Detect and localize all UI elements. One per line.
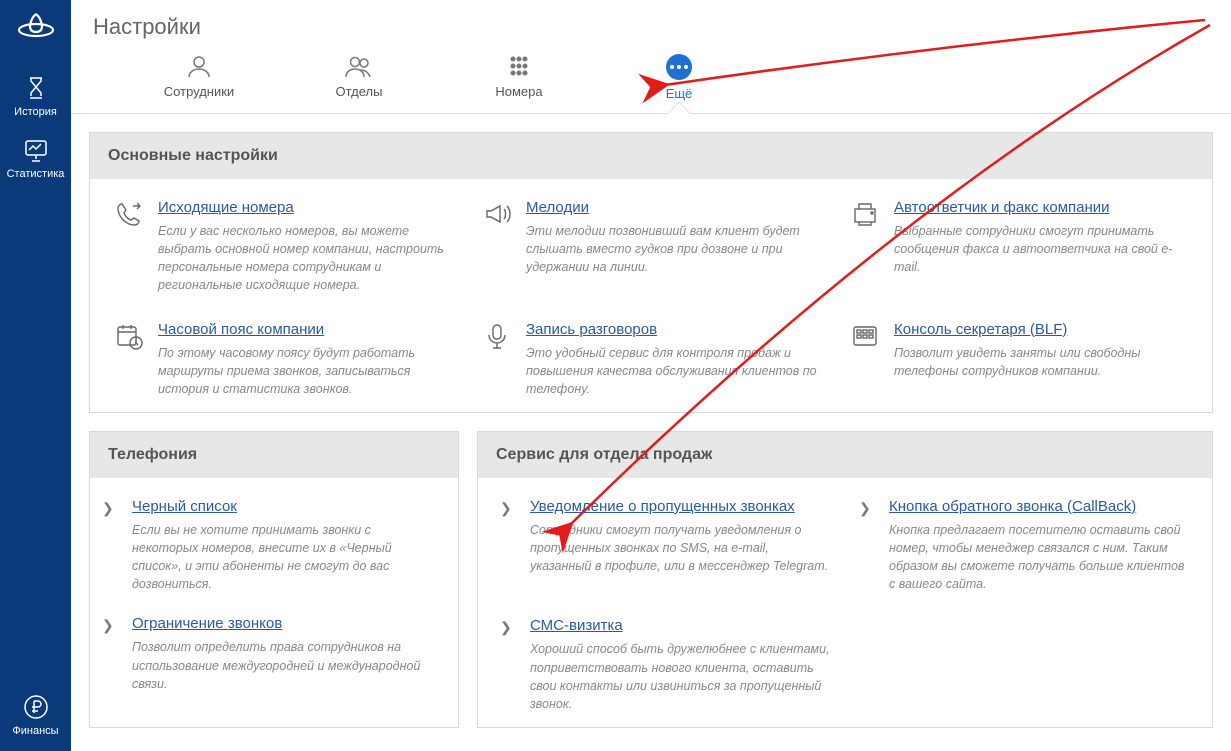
setting-item-melodies: Мелодии Эти мелодии позвонивший вам клие… <box>482 199 820 295</box>
sidebar-item-label: Статистика <box>7 168 65 180</box>
microphone-icon <box>482 321 512 351</box>
sidebar-item-label: История <box>14 106 57 118</box>
setting-link[interactable]: Уведомление о пропущенных звонках <box>530 498 795 515</box>
page-title: Настройки <box>71 0 1231 54</box>
sidebar-item-history[interactable]: История <box>0 64 71 126</box>
app-logo <box>16 8 56 46</box>
setting-desc: Если у вас несколько номеров, вы можете … <box>158 222 452 295</box>
setting-link[interactable]: Исходящие номера <box>158 199 294 216</box>
main-area: Настройки Сотрудники Отделы Номера <box>71 0 1231 751</box>
ruble-icon <box>22 693 50 721</box>
setting-item-call-restrict: ❯ Ограничение звонков Позволит определит… <box>102 615 440 692</box>
setting-link[interactable]: Мелодии <box>526 199 589 216</box>
panel-main-settings: Основные настройки Исходящие номера Если… <box>89 132 1213 413</box>
setting-item-outgoing-numbers: Исходящие номера Если у вас несколько но… <box>114 199 452 295</box>
more-icon <box>666 54 692 80</box>
setting-item-missed-notify: ❯ Уведомление о пропущенных звонках Сотр… <box>500 498 831 594</box>
chevron-right-icon: ❯ <box>102 615 118 635</box>
setting-item-blacklist: ❯ Черный список Если вы не хотите приним… <box>102 498 440 594</box>
setting-desc: Кнопка предлагает посетителю оставить св… <box>889 521 1190 594</box>
setting-item-timezone: Часовой пояс компании По этому часовому … <box>114 321 452 398</box>
setting-item-blf: Консоль секретаря (BLF) Позволит увидеть… <box>850 321 1188 398</box>
tab-numbers[interactable]: Номера <box>439 54 599 113</box>
setting-item-sms-card: ❯ СМС-визитка Хороший способ быть дружел… <box>500 617 831 713</box>
setting-link[interactable]: Запись разговоров <box>526 321 657 338</box>
setting-item-fax: Автоответчик и факс компании Выбранные с… <box>850 199 1188 295</box>
panel-header: Телефония <box>90 432 458 478</box>
setting-item-callback: ❯ Кнопка обратного звонка (CallBack) Кно… <box>859 498 1190 594</box>
setting-link[interactable]: Черный список <box>132 498 237 515</box>
sidebar-item-label: Финансы <box>12 725 58 737</box>
tab-label: Ещё <box>666 86 693 101</box>
setting-desc: Эти мелодии позвонивший вам клиент будет… <box>526 222 820 276</box>
content-area: Основные настройки Исходящие номера Если… <box>71 114 1231 751</box>
panel-sales-service: Сервис для отдела продаж ❯ Уведомление о… <box>477 431 1213 728</box>
phone-out-icon <box>114 199 144 229</box>
sidebar: История Статистика Финансы <box>0 0 71 751</box>
people-icon <box>344 54 374 78</box>
setting-link[interactable]: Кнопка обратного звонка (CallBack) <box>889 498 1136 515</box>
tab-label: Отделы <box>336 84 383 99</box>
setting-desc: Выбранные сотрудники смогут принимать со… <box>894 222 1188 276</box>
setting-link[interactable]: СМС-визитка <box>530 617 623 634</box>
fax-icon <box>850 199 880 229</box>
setting-desc: Позволит определить права сотрудников на… <box>132 638 440 692</box>
setting-item-recording: Запись разговоров Это удобный сервис для… <box>482 321 820 398</box>
setting-desc: Если вы не хотите принимать звонки с нек… <box>132 521 440 594</box>
chevron-right-icon: ❯ <box>102 498 118 518</box>
tab-more[interactable]: Ещё <box>599 54 759 113</box>
tab-employees[interactable]: Сотрудники <box>119 54 279 113</box>
setting-link[interactable]: Консоль секретаря (BLF) <box>894 321 1067 338</box>
setting-link[interactable]: Ограничение звонков <box>132 615 282 632</box>
presentation-chart-icon <box>22 136 50 164</box>
calendar-clock-icon <box>114 321 144 351</box>
setting-desc: Хороший способ быть дружелюбнее с клиент… <box>530 640 831 713</box>
panel-header: Основные настройки <box>90 133 1212 179</box>
sidebar-item-finance[interactable]: Финансы <box>0 683 71 745</box>
setting-desc: Сотрудники смогут получать уведомления о… <box>530 521 831 575</box>
tab-label: Номера <box>495 84 542 99</box>
tabs-row: Сотрудники Отделы Номера Ещё <box>71 54 1231 114</box>
dialpad-icon <box>504 54 534 78</box>
console-icon <box>850 321 880 351</box>
panel-telephony: Телефония ❯ Черный список Если вы не хот… <box>89 431 459 728</box>
setting-link[interactable]: Автоответчик и факс компании <box>894 199 1110 216</box>
setting-desc: По этому часовому поясу будут работать м… <box>158 344 452 398</box>
sidebar-item-statistics[interactable]: Статистика <box>0 126 71 188</box>
setting-link[interactable]: Часовой пояс компании <box>158 321 324 338</box>
setting-desc: Позволит увидеть заняты или свободны тел… <box>894 344 1188 380</box>
chevron-right-icon: ❯ <box>859 498 875 518</box>
panel-header: Сервис для отдела продаж <box>478 432 1212 478</box>
chevron-right-icon: ❯ <box>500 498 516 518</box>
tab-label: Сотрудники <box>164 84 234 99</box>
hourglass-icon <box>22 74 50 102</box>
megaphone-icon <box>482 199 512 229</box>
person-icon <box>184 54 214 78</box>
tab-departments[interactable]: Отделы <box>279 54 439 113</box>
chevron-right-icon: ❯ <box>500 617 516 637</box>
setting-desc: Это удобный сервис для контроля продаж и… <box>526 344 820 398</box>
